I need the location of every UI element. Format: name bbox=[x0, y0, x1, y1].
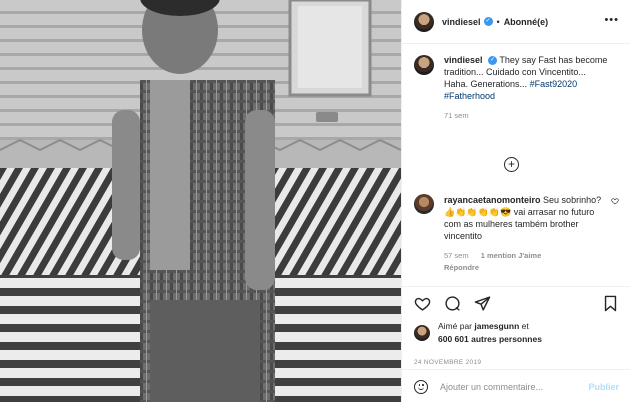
caption-body: vindiesel ✓ They say Fast has become tra… bbox=[444, 54, 619, 122]
comment-reply-button[interactable]: Répondre bbox=[444, 263, 479, 272]
share-send-icon[interactable] bbox=[474, 295, 491, 312]
likes-text: Aimé par jamesgunn et 600 601 autres per… bbox=[438, 320, 542, 346]
post-photo[interactable] bbox=[0, 0, 401, 402]
comments-section: vindiesel ✓ They say Fast has become tra… bbox=[402, 54, 630, 286]
commenter-username[interactable]: rayancaetanomonteiro bbox=[444, 195, 541, 205]
verified-badge-icon: ✓ bbox=[483, 17, 493, 26]
comment-likes-count[interactable]: 1 mention J'aime bbox=[481, 251, 542, 260]
caption-verified-icon: ✓ bbox=[488, 56, 498, 66]
action-icons bbox=[414, 295, 491, 312]
load-more-comments-icon[interactable]: + bbox=[504, 157, 519, 172]
post-header: vindiesel ✓ • Abonné(e) ••• bbox=[402, 0, 630, 44]
comment-body: rayancaetanomonteiro Seu sobrinho?👍👏👏👏👏😎… bbox=[444, 194, 609, 274]
comment-meta: 57 sem 1 mention J'aime Répondre bbox=[444, 250, 609, 274]
add-comment-bar: Publier bbox=[402, 369, 630, 403]
hashtag-fatherhood[interactable]: #Fatherhood bbox=[444, 91, 495, 101]
publish-button[interactable]: Publier bbox=[588, 382, 619, 392]
comment-item: rayancaetanomonteiro Seu sobrinho?👍👏👏👏👏😎… bbox=[414, 194, 619, 274]
comment-like-heart-icon[interactable] bbox=[611, 197, 619, 205]
hashtag-fast92020[interactable]: #Fast92020 bbox=[530, 79, 578, 89]
bookmark-icon bbox=[604, 295, 617, 312]
likes-summary: Aimé par jamesgunn et 600 601 autres per… bbox=[414, 320, 542, 346]
save-bookmark-button[interactable] bbox=[602, 295, 619, 314]
comment-bubble-icon[interactable] bbox=[444, 295, 461, 312]
liker-avatar[interactable] bbox=[414, 325, 430, 341]
caption: vindiesel ✓ They say Fast has become tra… bbox=[414, 54, 619, 122]
emoji-picker-icon[interactable] bbox=[414, 379, 428, 394]
author-username[interactable]: vindiesel bbox=[442, 17, 481, 27]
post-date[interactable]: 24 NOVEMBRE 2019 bbox=[414, 359, 481, 366]
liker-username[interactable]: jamesgunn bbox=[474, 321, 519, 331]
comment-age[interactable]: 57 sem bbox=[444, 251, 469, 260]
header-separator: • bbox=[496, 16, 500, 27]
instagram-post: vindiesel ✓ • Abonné(e) ••• vindiesel ✓ … bbox=[0, 0, 630, 402]
more-options-icon[interactable]: ••• bbox=[604, 14, 619, 26]
likes-conj: et bbox=[521, 321, 529, 331]
caption-avatar[interactable] bbox=[414, 55, 434, 75]
comment-input[interactable] bbox=[440, 381, 570, 392]
post-sidebar: vindiesel ✓ • Abonné(e) ••• vindiesel ✓ … bbox=[401, 0, 630, 402]
author-avatar[interactable] bbox=[414, 11, 434, 32]
caption-username[interactable]: vindiesel bbox=[444, 55, 483, 65]
caption-meta: 71 sem bbox=[444, 110, 619, 122]
follow-status-button[interactable]: Abonné(e) bbox=[504, 17, 549, 27]
action-bar: Aimé par jamesgunn et 600 601 autres per… bbox=[402, 286, 630, 402]
likes-count[interactable]: 600 601 autres personnes bbox=[438, 334, 542, 344]
caption-text-line2: Haha. Generations... bbox=[444, 79, 528, 89]
like-heart-icon[interactable] bbox=[414, 295, 431, 312]
photo-image bbox=[0, 0, 401, 402]
likes-prefix: Aimé par bbox=[438, 321, 473, 331]
caption-age[interactable]: 71 sem bbox=[444, 111, 469, 120]
commenter-avatar[interactable] bbox=[414, 194, 434, 214]
